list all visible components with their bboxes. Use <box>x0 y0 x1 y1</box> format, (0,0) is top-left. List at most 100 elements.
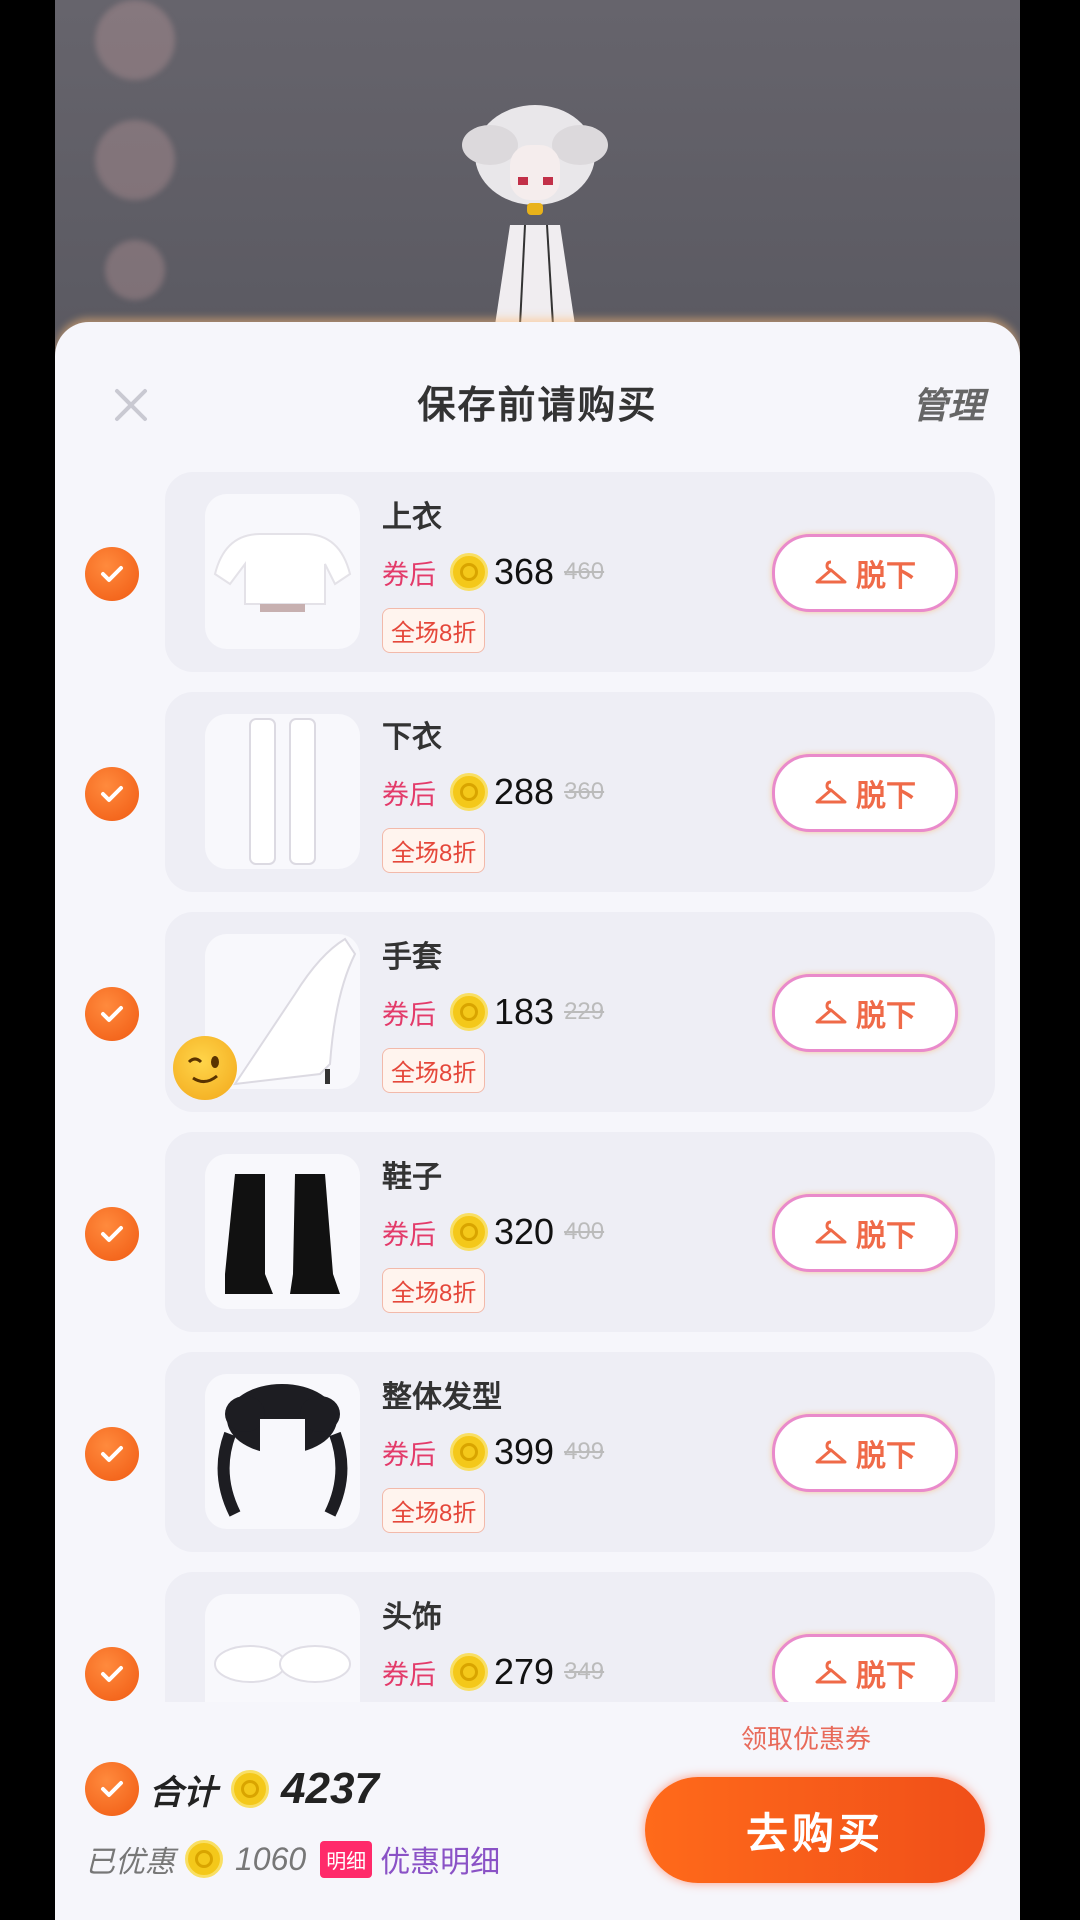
side-icon <box>95 120 175 200</box>
coin-icon <box>450 553 488 591</box>
total-value: 4237 <box>281 1764 379 1813</box>
coin-icon <box>450 1653 488 1691</box>
take-off-label: 脱下 <box>856 1220 916 1253</box>
headwear-image <box>214 1645 351 1683</box>
buy-button[interactable]: 去购买 <box>645 1777 985 1883</box>
coupon-label: 券后 <box>382 779 436 810</box>
item-card: 鞋子 券后 320 400 全场8折 脱下 <box>165 1132 995 1332</box>
checkmark-icon <box>101 1006 123 1022</box>
original-price: 349 <box>564 1658 605 1685</box>
shirt-image <box>213 533 352 612</box>
item-card: 上衣 券后 368 460 全场8折 脱下 <box>165 472 995 672</box>
coin-icon <box>450 1433 488 1471</box>
hanger-icon <box>815 1440 847 1464</box>
item-price: 288 <box>494 771 555 812</box>
take-off-button[interactable]: 脱下 <box>772 754 958 832</box>
item-name: 手套 <box>382 941 442 974</box>
side-icon <box>95 0 175 80</box>
coupon-label: 券后 <box>382 1659 436 1690</box>
discount-tag: 全场8折 <box>382 1048 486 1093</box>
hanger-icon <box>815 780 847 804</box>
coupon-label: 券后 <box>382 559 436 590</box>
item-thumbnail <box>205 1374 360 1529</box>
coin-icon <box>450 1213 488 1251</box>
original-price: 229 <box>564 998 605 1025</box>
take-off-button[interactable]: 脱下 <box>772 534 958 612</box>
take-off-button[interactable]: 脱下 <box>772 1194 958 1272</box>
item-checkbox[interactable] <box>85 987 139 1041</box>
price-line: 券后 399 499 <box>382 1430 604 1474</box>
take-off-label: 脱下 <box>856 1440 916 1473</box>
discount-tag: 全场8折 <box>382 608 486 653</box>
coin-icon <box>231 1770 269 1808</box>
coupon-label: 券后 <box>382 999 436 1030</box>
hairstyle-image <box>217 1384 348 1517</box>
hanger-icon <box>815 560 847 584</box>
app-screen: 保存前请购买 管理 上衣 券后 368 460 全场8折 脱下 下衣 券后 28… <box>55 0 1020 1920</box>
discount-detail-link[interactable]: 优惠明细 <box>380 1837 500 1881</box>
leggings-image <box>249 718 316 865</box>
item-price: 183 <box>494 991 555 1032</box>
checkmark-icon <box>101 786 123 802</box>
item-name: 整体发型 <box>382 1381 502 1414</box>
coin-icon <box>185 1840 223 1878</box>
take-off-label: 脱下 <box>856 560 916 593</box>
saved-label: 已优惠 <box>85 1846 175 1879</box>
item-checkbox[interactable] <box>85 1427 139 1481</box>
checkmark-icon <box>101 1226 123 1242</box>
item-name: 下衣 <box>382 721 442 754</box>
checkmark-icon <box>101 1781 123 1797</box>
take-off-button[interactable]: 脱下 <box>772 974 958 1052</box>
item-checkbox[interactable] <box>85 1647 139 1701</box>
item-thumbnail <box>205 1594 360 1702</box>
discount-tag: 全场8折 <box>382 828 486 873</box>
checkmark-icon <box>101 1446 123 1462</box>
item-card: 头饰 券后 279 349 脱下 <box>165 1572 995 1702</box>
buy-label: 去购买 <box>745 1809 884 1857</box>
hanger-icon <box>815 1660 847 1684</box>
take-off-label: 脱下 <box>856 1660 916 1693</box>
list-item: 鞋子 券后 320 400 全场8折 脱下 <box>55 1132 1020 1332</box>
hanger-icon <box>815 1000 847 1024</box>
discount-tag: 全场8折 <box>382 1268 486 1313</box>
take-off-button[interactable]: 脱下 <box>772 1414 958 1492</box>
item-name: 头饰 <box>382 1601 442 1634</box>
select-all-checkbox[interactable] <box>85 1762 139 1816</box>
original-price: 360 <box>564 778 605 805</box>
price-line: 券后 288 360 <box>382 770 604 814</box>
price-line: 券后 183 229 <box>382 990 604 1034</box>
list-item: 上衣 券后 368 460 全场8折 脱下 <box>55 472 1020 672</box>
sheet-title: 保存前请购买 <box>417 385 658 427</box>
item-price: 368 <box>494 551 555 592</box>
take-off-label: 脱下 <box>856 1000 916 1033</box>
item-checkbox[interactable] <box>85 547 139 601</box>
take-off-label: 脱下 <box>856 780 916 813</box>
coupon-label: 券后 <box>382 1439 436 1470</box>
saved-value: 1060 <box>235 1840 307 1877</box>
wink-emoji-icon <box>173 1036 237 1100</box>
manage-link[interactable]: 管理 <box>912 377 984 429</box>
original-price: 499 <box>564 1438 605 1465</box>
item-price: 320 <box>494 1211 555 1252</box>
purchase-sheet: 保存前请购买 管理 上衣 券后 368 460 全场8折 脱下 下衣 券后 28… <box>55 322 1020 1920</box>
item-checkbox[interactable] <box>85 767 139 821</box>
price-line: 券后 279 349 <box>382 1650 604 1694</box>
coin-icon <box>450 773 488 811</box>
item-price: 399 <box>494 1431 555 1472</box>
discount-tag: 全场8折 <box>382 1488 486 1533</box>
list-item: 头饰 券后 279 349 脱下 <box>55 1572 1020 1702</box>
checkmark-icon <box>101 1666 123 1682</box>
coupon-hint[interactable]: 领取优惠券 <box>741 1719 871 1756</box>
item-card: 手套 券后 183 229 全场8折 脱下 <box>165 912 995 1112</box>
original-price: 400 <box>564 1218 605 1245</box>
detail-badge: 明细 <box>320 1840 373 1878</box>
item-card: 整体发型 券后 399 499 全场8折 脱下 <box>165 1352 995 1552</box>
item-checkbox[interactable] <box>85 1207 139 1261</box>
total-label: 合计 <box>149 1773 217 1812</box>
item-name: 上衣 <box>382 501 442 534</box>
list-item: 下衣 券后 288 360 全场8折 脱下 <box>55 692 1020 892</box>
avatar-preview-area <box>55 0 1020 330</box>
take-off-button[interactable]: 脱下 <box>772 1634 958 1702</box>
saved-row: 已优惠 1060 明细 优惠明细 <box>85 1837 500 1881</box>
checkout-footer: 领取优惠券 合计 4237 已优惠 1060 明细 优惠明细 去购买 <box>55 1717 1020 1920</box>
